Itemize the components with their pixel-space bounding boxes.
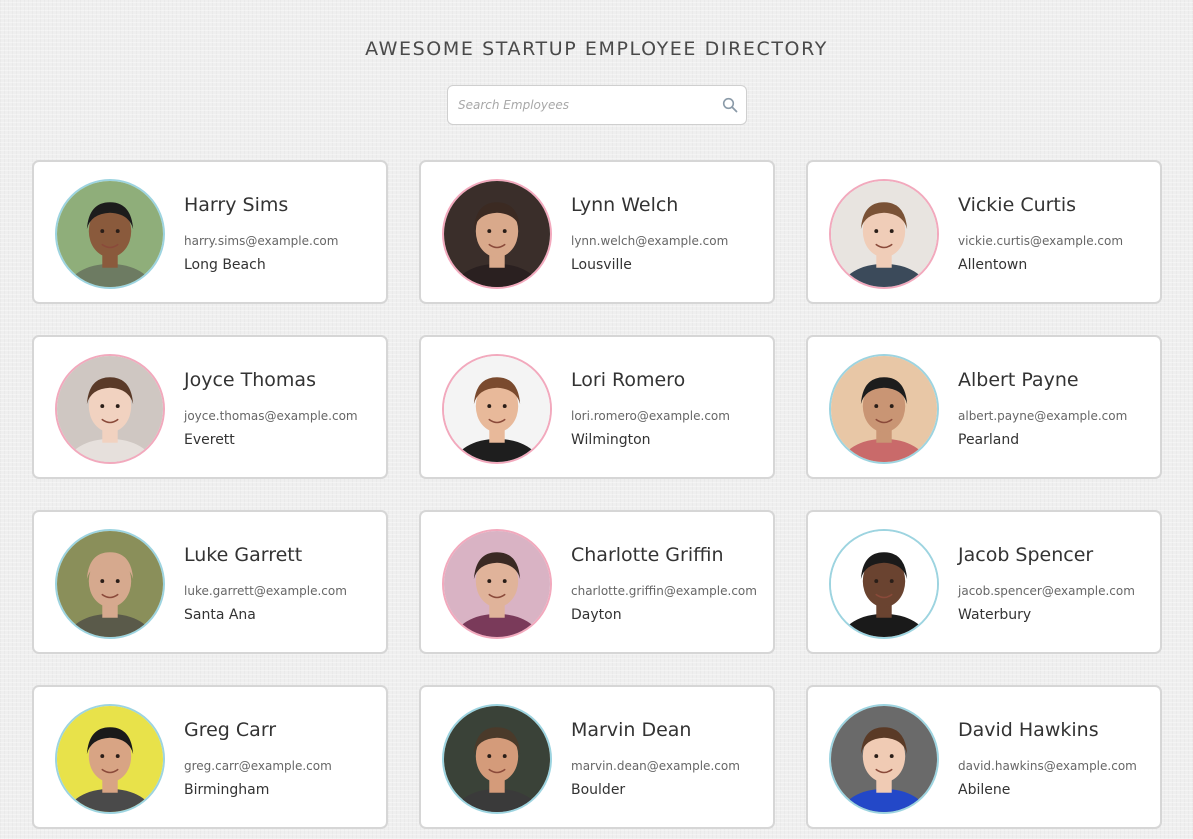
employee-name: David Hawkins (958, 719, 1099, 741)
employee-avatar[interactable] (829, 354, 939, 464)
employee-card[interactable]: Lynn Welch lynn.welch@example.com Lousvill… (419, 160, 775, 304)
employee-email: greg.carr@example.com (184, 759, 332, 773)
employee-name: Marvin Dean (571, 719, 692, 741)
employee-email: joyce.thomas@example.com (184, 409, 358, 423)
employee-name: Charlotte Griffin (571, 544, 724, 566)
employee-avatar[interactable] (442, 179, 552, 289)
employee-avatar[interactable] (829, 704, 939, 814)
employee-avatar[interactable] (442, 704, 552, 814)
employee-avatar[interactable] (442, 354, 552, 464)
employee-city: Dayton (571, 607, 622, 623)
employee-name: Vickie Curtis (958, 194, 1077, 216)
employee-avatar[interactable] (55, 529, 165, 639)
employee-avatar[interactable] (55, 179, 165, 289)
employee-card[interactable]: Jacob Spencer jacob.spencer@example.com Wa… (806, 510, 1162, 654)
employee-avatar[interactable] (829, 529, 939, 639)
employee-name: Luke Garrett (184, 544, 303, 566)
employee-avatar[interactable] (55, 704, 165, 814)
employee-city: Boulder (571, 782, 626, 798)
employee-name: Joyce Thomas (184, 369, 316, 391)
employee-card[interactable]: David Hawkins david.hawkins@example.com Ab… (806, 685, 1162, 829)
employee-email: albert.payne@example.com (958, 409, 1128, 423)
employee-name: Jacob Spencer (958, 544, 1094, 566)
employee-city: Pearland (958, 432, 1020, 448)
employee-card[interactable]: Marvin Dean marvin.dean@example.com Boulde… (419, 685, 775, 829)
employee-city: Abilene (958, 782, 1011, 798)
employee-email: vickie.curtis@example.com (958, 234, 1124, 248)
employee-city: Birmingham (184, 782, 270, 798)
employee-name: Lynn Welch (571, 194, 679, 216)
employee-email: lynn.welch@example.com (571, 234, 729, 248)
employee-city: Santa Ana (184, 607, 256, 623)
employee-card[interactable]: Charlotte Griffin charlotte.griffin@examp… (419, 510, 775, 654)
employee-email: charlotte.griffin@example.com (571, 584, 757, 598)
employee-name: Harry Sims (184, 194, 289, 216)
employee-city: Allentown (958, 257, 1028, 273)
employee-email: jacob.spencer@example.com (958, 584, 1135, 598)
employee-card[interactable]: Luke Garrett luke.garrett@example.com Sant… (32, 510, 388, 654)
employee-card[interactable]: Joyce Thomas joyce.thomas@example.com Ever… (32, 335, 388, 479)
employee-name: Lori Romero (571, 369, 686, 391)
employee-avatar[interactable] (442, 529, 552, 639)
employee-card[interactable]: Harry Sims harry.sims@example.com Long Bea… (32, 160, 388, 304)
employee-card[interactable]: Greg Carr greg.carr@example.com Birmingham (32, 685, 388, 829)
employee-city: Waterbury (958, 607, 1032, 623)
employee-card[interactable]: Lori Romero lori.romero@example.com Wilmin… (419, 335, 775, 479)
employee-city: Wilmington (571, 432, 651, 448)
employee-email: marvin.dean@example.com (571, 759, 740, 773)
search-box[interactable] (447, 85, 747, 125)
employee-avatar[interactable] (55, 354, 165, 464)
employee-avatar[interactable] (829, 179, 939, 289)
employee-email: david.hawkins@example.com (958, 759, 1137, 773)
search-input[interactable] (448, 86, 718, 124)
search-icon[interactable] (722, 97, 738, 113)
employee-name: Albert Payne (958, 369, 1079, 391)
page-title: AWESOME STARTUP EMPLOYEE DIRECTORY (365, 38, 828, 60)
employee-city: Everett (184, 432, 235, 448)
employee-email: lori.romero@example.com (571, 409, 730, 423)
employee-grid: Harry Sims harry.sims@example.com Long Bea… (32, 160, 1162, 829)
employee-email: luke.garrett@example.com (184, 584, 347, 598)
employee-city: Lousville (571, 257, 632, 273)
employee-email: harry.sims@example.com (184, 234, 339, 248)
employee-card[interactable]: Vickie Curtis vickie.curtis@example.com Al… (806, 160, 1162, 304)
employee-city: Long Beach (184, 257, 266, 273)
employee-name: Greg Carr (184, 719, 277, 741)
employee-card[interactable]: Albert Payne albert.payne@example.com Pear… (806, 335, 1162, 479)
